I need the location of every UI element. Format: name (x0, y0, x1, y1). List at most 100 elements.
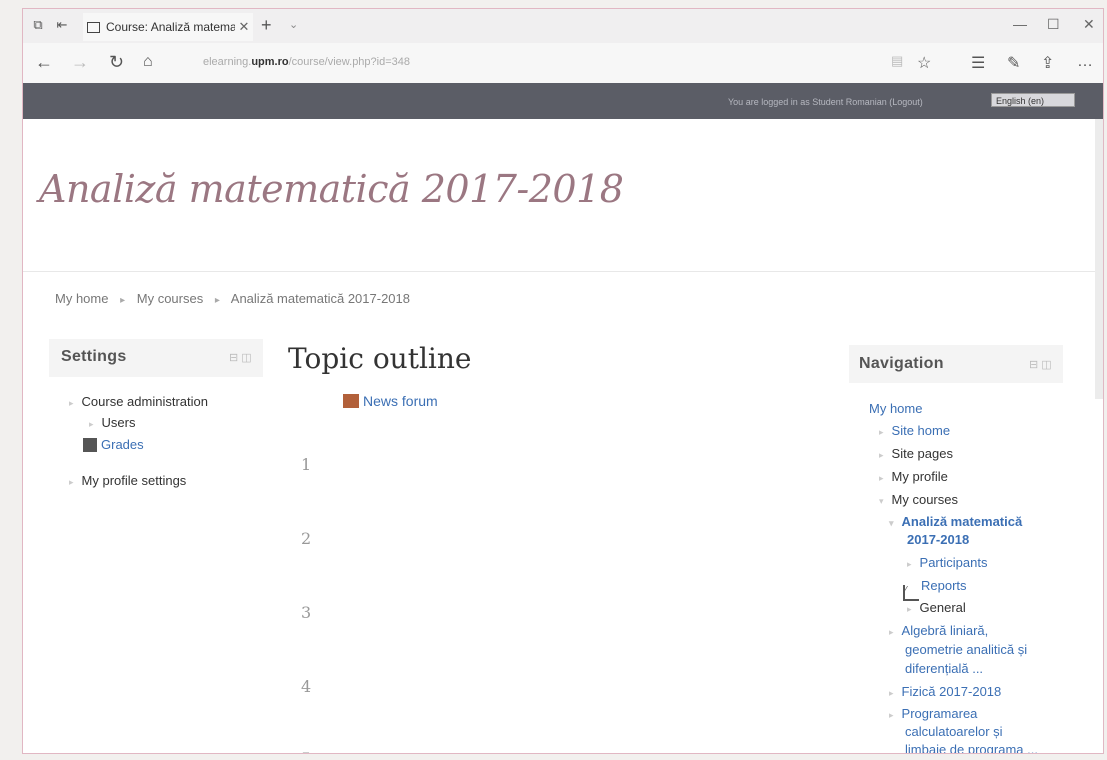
nav-general[interactable]: ▸ General (907, 600, 966, 615)
reports-chart-icon: ⁄ (903, 585, 919, 601)
tab-bar: ⧉ ⇤ Course: Analiză matema ✕ + ⌄ — ☐ ✕ (23, 9, 1103, 43)
breadcrumb-separator: ▸ (120, 295, 126, 306)
refresh-icon[interactable]: ↻ (109, 52, 124, 72)
tree-bullet-icon: ▸ (879, 450, 884, 460)
topic-outline-heading: Topic outline (288, 342, 472, 375)
section-number: 1 (301, 455, 312, 474)
nav-course-algebra-line2[interactable]: geometrie analitică și (905, 642, 1027, 657)
minimize-icon[interactable]: — (1013, 16, 1027, 32)
breadcrumb: My home ▸ My courses ▸ Analiză matematic… (55, 291, 410, 306)
nav-my-courses-label: My courses (891, 492, 958, 507)
nav-general-label: General (919, 600, 966, 615)
home-icon[interactable]: ⌂ (143, 52, 153, 72)
nav-course-fizica[interactable]: ▸ Fizică 2017-2018 (889, 684, 1001, 699)
header-divider (23, 271, 1103, 272)
url-path: /course/view.php?id=348 (288, 56, 411, 68)
breadcrumb-my-courses[interactable]: My courses (137, 291, 203, 306)
tab-course[interactable]: Course: Analiză matema ✕ (83, 13, 253, 41)
share-icon[interactable]: ⇪ (1041, 53, 1054, 73)
favorite-star-icon[interactable]: ☆ (917, 53, 931, 73)
back-icon[interactable]: ← (35, 52, 53, 72)
navigation-block-header: Navigation ⊟ ◫ (849, 345, 1063, 383)
section-number: 3 (301, 603, 312, 622)
nav-my-home[interactable]: My home (869, 401, 922, 416)
tree-bullet-icon: ▸ (69, 398, 74, 408)
nav-course-algebra[interactable]: ▸ Algebră liniară, (889, 623, 988, 638)
tab-title: Course: Analiză matema (106, 20, 235, 34)
pen-icon[interactable]: ✎ (1007, 53, 1020, 73)
nav-participants-label: Participants (919, 555, 988, 570)
logged-in-info[interactable]: You are logged in as Student Romanian (L… (728, 97, 923, 107)
nav-site-home[interactable]: ▸ Site home (879, 423, 950, 438)
close-window-icon[interactable]: ✕ (1083, 16, 1095, 33)
users-item[interactable]: ▸ Users (89, 415, 135, 430)
tab-actions-icon[interactable]: ⧉ (31, 18, 45, 32)
course-administration[interactable]: ▸ Course administration (69, 394, 208, 409)
reading-view-icon[interactable]: ▤ (891, 53, 903, 69)
nav-reports[interactable]: ⁄ Reports (903, 578, 967, 601)
maximize-icon[interactable]: ☐ (1047, 16, 1060, 33)
users-label: Users (101, 415, 136, 430)
nav-course-programare-line3[interactable]: limbaje de programa ... (905, 742, 1038, 753)
nav-reports-label: Reports (921, 578, 967, 593)
page-icon (87, 21, 100, 33)
news-forum-label: News forum (363, 393, 438, 409)
tree-bullet-icon: ▸ (89, 419, 94, 429)
breadcrumb-my-home[interactable]: My home (55, 291, 108, 306)
grades-link[interactable]: Grades (83, 437, 144, 452)
site-navbar: You are logged in as Student Romanian (L… (23, 83, 1103, 119)
nav-current-course[interactable]: ▾ Analiză matematică (889, 514, 1022, 529)
tree-bullet-icon: ▸ (879, 473, 884, 483)
nav-participants[interactable]: ▸ Participants (907, 555, 987, 570)
navigation-title: Navigation (859, 355, 944, 372)
grades-label: Grades (101, 437, 144, 452)
nav-my-profile-label: My profile (891, 469, 948, 484)
close-tab-icon[interactable]: ✕ (235, 19, 253, 35)
url-field[interactable]: elearning.upm.ro/course/view.php?id=348 (203, 56, 410, 68)
address-bar: ← → ↻ ⌂ elearning.upm.ro/course/view.php… (23, 43, 1103, 84)
new-tab-icon[interactable]: + (261, 15, 272, 36)
tree-bullet-icon: ▸ (889, 710, 894, 720)
breadcrumb-current-course[interactable]: Analiză matematică 2017-2018 (231, 291, 410, 306)
nav-course-programare-line1: Programarea (901, 706, 978, 721)
course-administration-label: Course administration (81, 394, 208, 409)
url-host: upm.ro (251, 56, 289, 68)
section-number: 2 (301, 529, 312, 548)
favorites-hub-icon[interactable]: ☰ (971, 53, 985, 73)
tree-bullet-icon: ▸ (879, 427, 884, 437)
tree-bullet-icon: ▾ (879, 496, 884, 506)
more-icon[interactable]: … (1077, 53, 1093, 71)
nav-course-programare[interactable]: ▸ Programarea (889, 706, 977, 721)
page-scrollbar[interactable] (1095, 119, 1103, 399)
settings-title: Settings (61, 348, 127, 365)
news-forum-link[interactable]: News forum (343, 393, 438, 409)
block-collapse-icon[interactable]: ⊟ ◫ (229, 351, 252, 364)
browser-window: ⧉ ⇤ Course: Analiză matema ✕ + ⌄ — ☐ ✕ ←… (22, 8, 1104, 754)
nav-current-course-line1: Analiză matematică (901, 514, 1023, 529)
nav-current-course-line2[interactable]: 2017-2018 (907, 532, 969, 547)
nav-course-programare-line2[interactable]: calculatoarelor și (905, 724, 1003, 739)
nav-course-algebra-line3[interactable]: diferențială ... (905, 661, 983, 676)
tree-bullet-icon: ▸ (907, 604, 912, 614)
nav-my-courses[interactable]: ▾ My courses (879, 492, 958, 507)
nav-site-home-label: Site home (891, 423, 951, 438)
url-prefix: elearning. (203, 56, 252, 68)
forward-icon[interactable]: → (71, 52, 89, 72)
nav-course-fizica-label: Fizică 2017-2018 (901, 684, 1002, 699)
my-profile-settings[interactable]: ▸ My profile settings (69, 473, 186, 488)
breadcrumb-separator: ▸ (214, 295, 220, 306)
nav-my-profile[interactable]: ▸ My profile (879, 469, 948, 484)
language-select[interactable]: English (en) (991, 93, 1075, 107)
chevron-down-icon[interactable]: ⌄ (289, 18, 298, 31)
tree-bullet-icon: ▸ (889, 627, 894, 637)
set-aside-tabs-icon[interactable]: ⇤ (55, 18, 69, 32)
settings-block-header: Settings ⊟ ◫ (49, 339, 263, 377)
nav-site-pages-label: Site pages (891, 446, 953, 461)
block-collapse-icon[interactable]: ⊟ ◫ (1029, 358, 1052, 371)
nav-site-pages[interactable]: ▸ Site pages (879, 446, 953, 461)
tree-bullet-icon: ▸ (69, 477, 74, 487)
tree-bullet-icon: ▸ (907, 559, 912, 569)
my-profile-settings-label: My profile settings (81, 473, 187, 488)
page-title: Analiză matematică 2017-2018 (39, 167, 624, 211)
forum-icon (343, 394, 359, 408)
